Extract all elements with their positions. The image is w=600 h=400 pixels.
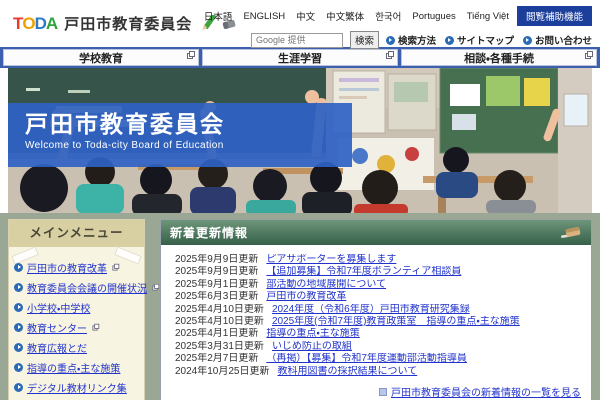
arrow-circle-icon <box>522 35 532 45</box>
language-link[interactable]: 中文繁体 <box>326 9 364 23</box>
sidebar-menu-item[interactable]: 教育広報とだ <box>14 340 139 355</box>
search-bar: 検索 検索方法 サイトマップ お問い合わせ <box>204 31 592 49</box>
content-area: メインメニュー 戸田市の教育改革 教育委員会会議の開催状況 小学校・中学校 教育… <box>0 213 600 400</box>
nav-tab[interactable]: 相談・各種手続 <box>401 49 597 66</box>
news-link[interactable]: 指導の重点・主な施策 <box>266 328 359 340</box>
main-menu-title: メインメニュー <box>9 220 144 247</box>
external-link-icon <box>112 263 120 271</box>
hero-subtitle: Welcome to Toda-city Board of Education <box>25 140 224 152</box>
search-button[interactable]: 検索 <box>349 31 379 49</box>
arrow-circle-icon <box>444 35 454 45</box>
sidebar-menu-item[interactable]: 小学校・中学校 <box>14 300 139 315</box>
news-item: 2025年3月31日更新 いじめ防止の取組 <box>175 341 577 353</box>
news-item: 2025年4月10日更新 2024年度（令和6年度）戸田市教育研究集録 <box>175 304 577 316</box>
news-title: 新着更新情報 <box>170 226 249 240</box>
news-date: 2025年9月9日更新 <box>175 266 259 278</box>
external-link-icon <box>187 51 195 59</box>
nav-tab[interactable]: 学校教育 <box>3 49 199 66</box>
external-link-icon <box>152 283 160 291</box>
news-item: 2025年9月9日更新 【追加募集】令和7年度ボランティア相談員 <box>175 266 577 278</box>
language-link[interactable]: ENGLISH <box>243 11 285 22</box>
nav-tab[interactable]: 生涯学習 <box>202 49 398 66</box>
utility-link[interactable]: お問い合わせ <box>522 33 592 47</box>
news-date: 2025年6月3日更新 <box>175 291 259 303</box>
sidebar: メインメニュー 戸田市の教育改革 教育委員会会議の開催状況 小学校・中学校 教育… <box>8 219 160 400</box>
bullet-arrow-icon <box>14 303 23 312</box>
main-menu-list: 戸田市の教育改革 教育委員会会議の開催状況 小学校・中学校 教育センター 教育広… <box>9 260 160 395</box>
external-link-icon <box>92 323 100 331</box>
news-item: 2025年2月7日更新 （再掲）【募集】令和7年度運動部活動指導員 <box>175 353 577 365</box>
hero: 戸田市教育委員会 Welcome to Toda-city Board of E… <box>8 68 592 213</box>
sidebar-menu-item[interactable]: 戸田市の教育改革 <box>14 260 139 275</box>
language-link[interactable]: 한국어 <box>375 9 401 23</box>
external-link-icon <box>585 51 593 59</box>
news-link[interactable]: いじめ防止の取組 <box>272 341 352 353</box>
arrow-circle-icon <box>385 35 395 45</box>
language-link[interactable]: Portugues <box>412 11 455 22</box>
hero-title: 戸田市教育委員会 <box>25 111 225 137</box>
news-link[interactable]: 部活動の地域展開について <box>266 279 386 291</box>
bullet-arrow-icon <box>14 283 23 292</box>
news-link[interactable]: 【追加募集】令和7年度ボランティア相談員 <box>266 266 461 278</box>
hero-banner: 戸田市教育委員会 Welcome to Toda-city Board of E… <box>8 103 352 167</box>
external-link-icon <box>386 51 394 59</box>
news-date: 2025年2月7日更新 <box>175 353 259 365</box>
language-link[interactable]: 中文 <box>296 9 315 23</box>
news-item: 2025年9月9日更新 ピアサポーターを募集します <box>175 254 577 266</box>
toda-logo: TODA <box>13 13 58 33</box>
main-nav: 学校教育 生涯学習 相談・各種手続 <box>0 47 600 68</box>
sidebar-menu-item[interactable]: 指導の重点・主な施策 <box>14 360 139 375</box>
news-date: 2024年10月25日更新 <box>175 365 270 377</box>
accessibility-button[interactable]: 閲覧補助機能 <box>516 6 592 26</box>
news-list: 2025年9月9日更新 ピアサポーターを募集します 2025年9月9日更新 【追… <box>161 254 591 378</box>
news-link[interactable]: 戸田市の教育改革 <box>266 291 346 303</box>
main-menu-box: メインメニュー 戸田市の教育改革 教育委員会会議の開催状況 小学校・中学校 教育… <box>8 219 160 400</box>
chalk-eraser-icon <box>561 226 581 238</box>
news-more-link[interactable]: 戸田市教育委員会の新着情報の一覧を見る <box>391 384 581 399</box>
search-input[interactable] <box>250 32 343 48</box>
news-date: 2025年9月9日更新 <box>175 254 259 265</box>
bullet-arrow-icon <box>14 383 23 392</box>
news-item: 2025年9月1日更新 部活動の地域展開について <box>175 279 577 291</box>
utility-link[interactable]: サイトマップ <box>444 33 514 47</box>
bullet-arrow-icon <box>14 343 23 352</box>
sidebar-menu-item[interactable]: デジタル教材リンク集 <box>14 380 139 395</box>
news-item: 2025年6月3日更新 戸田市の教育改革 <box>175 291 577 303</box>
news-item: 2025年4月10日更新 2025年度(令和7年度)教育政策室 指導の重点・主な… <box>175 316 577 328</box>
news-link[interactable]: ピアサポーターを募集します <box>266 254 396 266</box>
news-panel: 新着更新情報 2025年9月9日更新 ピアサポーターを募集します 2025年9月… <box>160 219 592 400</box>
news-date: 2025年3月31日更新 <box>175 340 264 352</box>
news-link[interactable]: （再掲）【募集】令和7年度運動部活動指導員 <box>266 353 467 365</box>
language-link[interactable]: Tiếng Việt <box>467 11 509 22</box>
site-title: 戸田市教育委員会 <box>64 16 193 33</box>
sidebar-menu-item[interactable]: 教育委員会会議の開催状況 <box>14 280 160 295</box>
news-header: 新着更新情報 <box>161 220 591 245</box>
bullet-arrow-icon <box>14 263 23 272</box>
bullet-arrow-icon <box>14 323 23 332</box>
news-date: 2025年4月10日更新 <box>175 303 264 315</box>
news-date: 2025年4月10日更新 <box>175 316 264 328</box>
site-header: TODA 戸田市教育委員会 日本語 ENGLISH 中文 中文繁体 한국어 Portugu… <box>0 0 600 49</box>
utility-link[interactable]: 検索方法 <box>385 33 436 47</box>
bullet-arrow-icon <box>14 363 23 372</box>
language-bar: 日本語 ENGLISH 中文 中文繁体 한국어 Portugues Tiếng Việt 閲… <box>204 6 592 26</box>
news-link[interactable]: 2024年度（令和6年度）戸田市教育研究集録 <box>272 304 470 316</box>
sidebar-menu-item[interactable]: 教育センター <box>14 320 139 335</box>
news-date: 2025年9月1日更新 <box>175 278 259 290</box>
language-link[interactable]: 日本語 <box>204 9 233 23</box>
square-bullet-icon <box>379 387 387 396</box>
news-item: 2025年4月1日更新 指導の重点・主な施策 <box>175 328 577 340</box>
more-row: 戸田市教育委員会の新着情報の一覧を見る <box>161 378 591 400</box>
news-link[interactable]: 2025年度(令和7年度)教育政策室 指導の重点・主な施策 <box>272 316 520 328</box>
news-date: 2025年4月1日更新 <box>175 328 259 340</box>
news-link[interactable]: 教科用図書の採択結果について <box>278 366 418 378</box>
news-item: 2024年10月25日更新 教科用図書の採択結果について <box>175 366 577 378</box>
